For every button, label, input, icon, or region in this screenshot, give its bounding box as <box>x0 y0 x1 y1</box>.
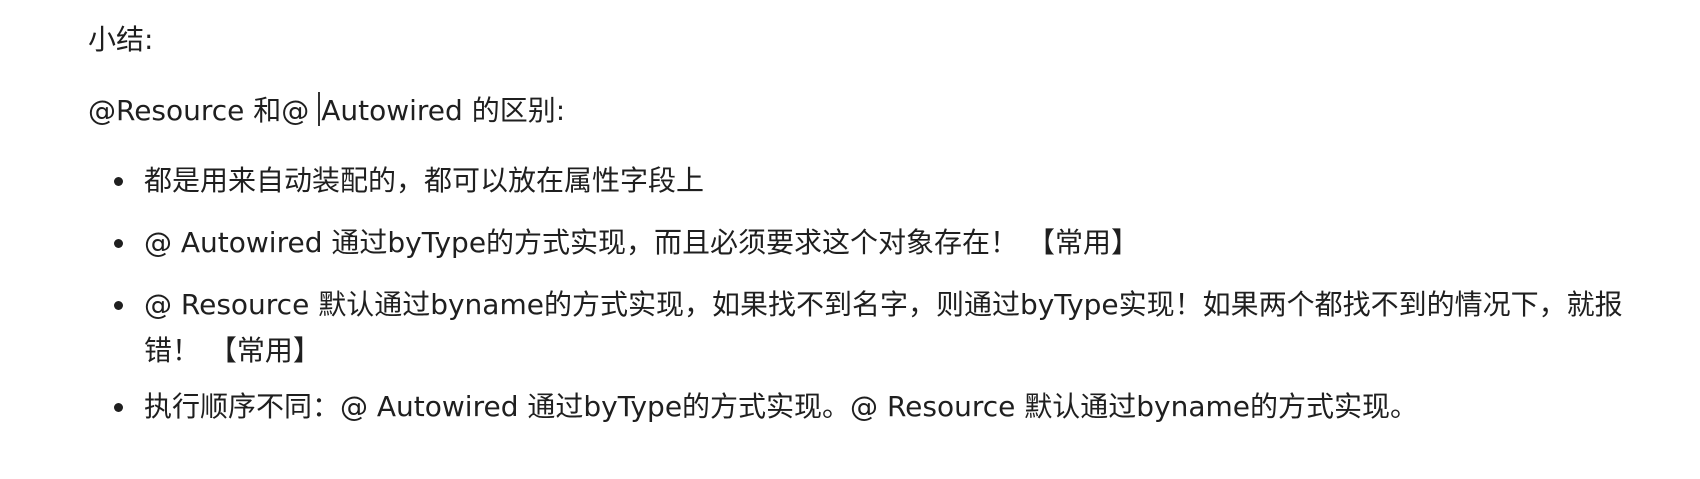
list-item-text: @ Resource 默认通过byname的方式实现，如果找不到名字，则通过by… <box>144 288 1623 367</box>
difference-list: 都是用来自动装配的，都可以放在属性字段上 @ Autowired 通过byTyp… <box>88 158 1628 446</box>
summary-title: 小结: <box>88 23 154 56</box>
list-item: @ Autowired 通过byType的方式实现，而且必须要求这个对象存在！ … <box>88 220 1628 266</box>
text-cursor <box>318 92 321 126</box>
list-item: 执行顺序不同：@ Autowired 通过byType的方式实现。@ Resou… <box>88 384 1628 430</box>
list-item-text: 都是用来自动装配的，都可以放在属性字段上 <box>144 164 705 197</box>
list-item-text: @ Autowired 通过byType的方式实现，而且必须要求这个对象存在！ … <box>144 226 1139 259</box>
heading-text-start: @Resource 和@ <box>88 94 319 127</box>
list-item-text: 执行顺序不同：@ Autowired 通过byType的方式实现。@ Resou… <box>144 390 1419 423</box>
list-item: @ Resource 默认通过byname的方式实现，如果找不到名字，则通过by… <box>88 282 1628 374</box>
heading-text-end: Autowired 的区别: <box>321 94 566 127</box>
comparison-heading: @Resource 和@ Autowired 的区别: <box>88 91 565 131</box>
list-item: 都是用来自动装配的，都可以放在属性字段上 <box>88 158 1628 204</box>
